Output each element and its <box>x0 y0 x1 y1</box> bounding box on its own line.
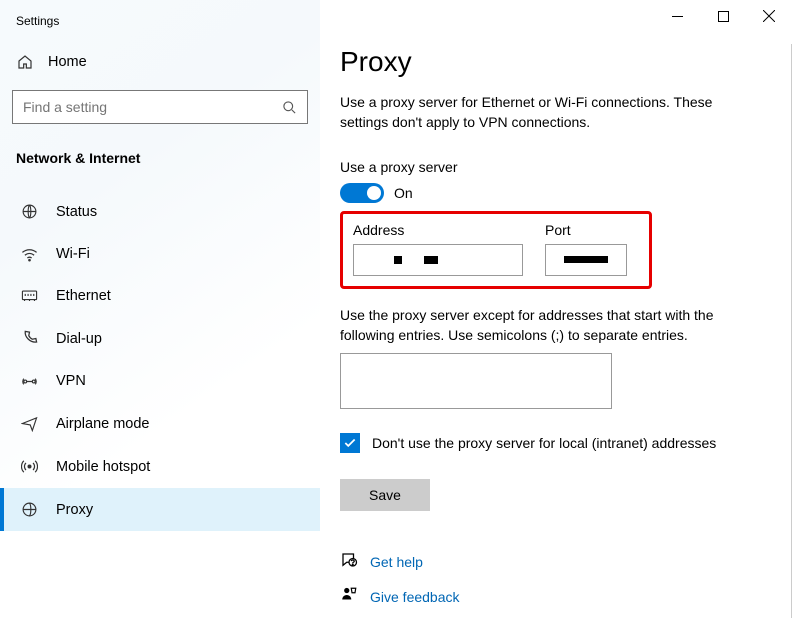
vpn-icon <box>20 374 38 389</box>
minimize-button[interactable] <box>654 0 700 32</box>
ethernet-icon <box>20 289 38 303</box>
sidebar-item-airplane[interactable]: Airplane mode <box>0 402 320 445</box>
port-label: Port <box>545 222 627 238</box>
save-button[interactable]: Save <box>340 479 430 511</box>
sidebar-item-label: Proxy <box>56 502 93 518</box>
use-proxy-toggle[interactable] <box>340 183 384 203</box>
category-header: Network & Internet <box>0 140 320 190</box>
feedback-icon <box>340 586 358 607</box>
bypass-local-checkbox[interactable] <box>340 433 360 453</box>
search-input[interactable] <box>12 90 308 124</box>
sidebar-item-proxy[interactable]: Proxy <box>0 488 320 531</box>
port-input[interactable] <box>545 244 627 276</box>
sidebar-item-label: Status <box>56 204 97 220</box>
sidebar-item-label: Wi-Fi <box>56 246 90 262</box>
address-port-highlight: Address Port <box>340 211 652 289</box>
wifi-icon <box>20 247 38 262</box>
home-icon <box>16 54 34 70</box>
airplane-icon <box>20 415 38 432</box>
search-icon <box>282 100 297 115</box>
search-field[interactable] <box>23 99 282 115</box>
globe-icon <box>20 203 38 220</box>
close-button[interactable] <box>746 0 792 32</box>
sidebar-item-label: Mobile hotspot <box>56 459 150 475</box>
address-input[interactable] <box>353 244 523 276</box>
give-feedback-link[interactable]: Give feedback <box>370 589 460 605</box>
page-description: Use a proxy server for Ethernet or Wi-Fi… <box>340 92 760 133</box>
sidebar-item-vpn[interactable]: VPN <box>0 360 320 402</box>
bypass-local-label: Don't use the proxy server for local (in… <box>372 435 716 451</box>
use-proxy-label: Use a proxy server <box>340 159 772 175</box>
toggle-state: On <box>394 185 413 201</box>
sidebar-item-wifi[interactable]: Wi-Fi <box>0 233 320 275</box>
sidebar-item-dialup[interactable]: Dial-up <box>0 317 320 360</box>
exceptions-input[interactable] <box>340 353 612 409</box>
home-nav[interactable]: Home <box>0 40 320 84</box>
sidebar-item-status[interactable]: Status <box>0 190 320 233</box>
sidebar-item-label: VPN <box>56 373 86 389</box>
home-label: Home <box>48 54 87 70</box>
page-title: Proxy <box>340 46 772 78</box>
sidebar-item-ethernet[interactable]: Ethernet <box>0 275 320 317</box>
hotspot-icon <box>20 458 38 475</box>
dialup-icon <box>20 330 38 347</box>
sidebar-item-label: Dial-up <box>56 331 102 347</box>
maximize-button[interactable] <box>700 0 746 32</box>
sidebar-item-label: Ethernet <box>56 288 111 304</box>
sidebar-item-hotspot[interactable]: Mobile hotspot <box>0 445 320 488</box>
sidebar-item-label: Airplane mode <box>56 416 150 432</box>
get-help-link[interactable]: Get help <box>370 554 423 570</box>
address-label: Address <box>353 222 523 238</box>
proxy-icon <box>20 501 38 518</box>
exceptions-description: Use the proxy server except for addresse… <box>340 305 770 346</box>
window-title: Settings <box>0 8 320 40</box>
help-icon <box>340 551 358 572</box>
